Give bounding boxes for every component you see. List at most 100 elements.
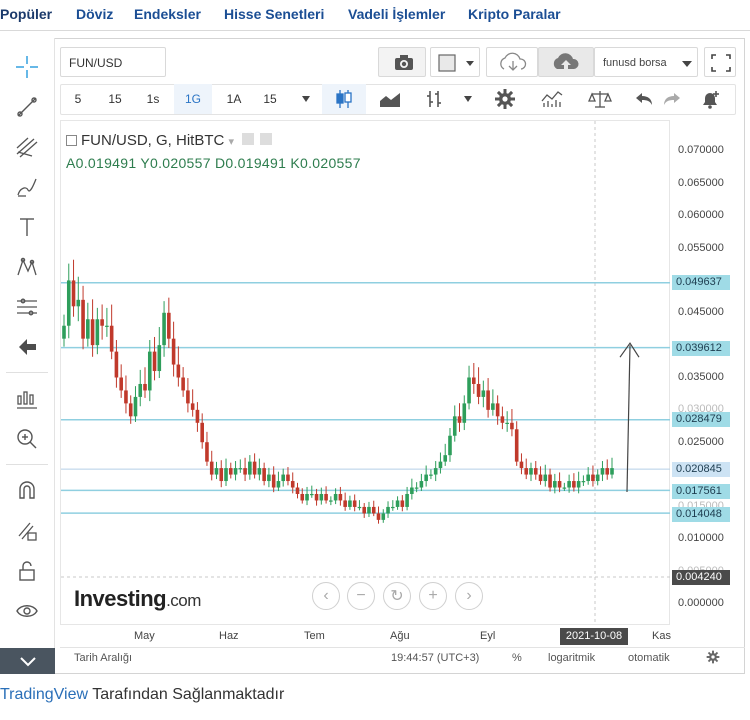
cloud-upload-button[interactable] xyxy=(538,47,594,77)
interval-15m[interactable]: 15 xyxy=(100,84,130,114)
time-tick: Ağu xyxy=(390,630,410,642)
area-style-button[interactable] xyxy=(370,84,410,114)
layout-select[interactable]: funusd borsa xyxy=(594,47,698,77)
price-tick: 0.060000 xyxy=(678,209,724,221)
trendline-icon[interactable] xyxy=(10,92,44,122)
scroll-left-button[interactable]: ‹ xyxy=(312,582,340,610)
level-tag: 0.017561 xyxy=(672,484,730,499)
alert-button[interactable] xyxy=(690,84,730,114)
top-nav: Popüler Döviz Endeksler Hisse Senetleri … xyxy=(0,0,750,30)
collapse-legend-icon[interactable] xyxy=(66,135,77,146)
level-tag: 0.039612 xyxy=(672,341,730,356)
cloud-download-button[interactable] xyxy=(486,47,538,77)
interval-1d[interactable]: 1G xyxy=(174,84,212,114)
time-tick: May xyxy=(134,630,155,642)
date-range-button[interactable]: Tarih Aralığı xyxy=(74,652,132,664)
level-tag: 0.028479 xyxy=(672,412,730,427)
layout-name: funusd borsa xyxy=(603,57,667,69)
indicators-button[interactable] xyxy=(530,84,574,114)
chevron-down-icon xyxy=(682,61,692,67)
time-tick: Eyl xyxy=(480,630,496,642)
log-toggle[interactable]: logaritmik xyxy=(548,652,595,664)
time-tick: Tem xyxy=(304,630,325,642)
cloud-upload-icon xyxy=(553,53,579,69)
axis-settings-gear-icon[interactable] xyxy=(706,650,720,667)
interval-1h[interactable]: 1s xyxy=(138,84,168,114)
eye-icon[interactable] xyxy=(10,596,44,626)
area-chart-icon xyxy=(380,93,400,107)
screenshot-button[interactable] xyxy=(378,47,426,77)
chart-style-dropdown[interactable] xyxy=(458,84,478,114)
bars-style-button[interactable] xyxy=(414,84,454,114)
chevron-down-icon xyxy=(301,96,310,102)
cursor-date-badge: 2021-10-08 xyxy=(560,628,628,645)
edit-lock-icon[interactable] xyxy=(10,516,44,546)
bottom-bar: Tarih Aralığı 19:44:57 (UTC+3) % logarit… xyxy=(60,647,745,669)
compare-button[interactable] xyxy=(578,84,622,114)
legend-settings-icon[interactable] xyxy=(242,133,255,145)
toolbar-separator xyxy=(6,372,48,373)
nav-item-populer[interactable]: Popüler xyxy=(0,6,52,22)
price-tick: 0.055000 xyxy=(678,242,724,254)
collapse-toolbar-button[interactable] xyxy=(0,648,55,674)
interval-5m[interactable]: 5 xyxy=(64,84,92,114)
magnet-icon[interactable] xyxy=(10,476,44,506)
indicators-icon xyxy=(541,91,563,107)
price-tick: 0.025000 xyxy=(678,436,724,448)
back-arrow-icon[interactable] xyxy=(10,332,44,362)
nav-item-endeksler[interactable]: Endeksler xyxy=(134,6,201,22)
symbol-text: FUN/USD xyxy=(69,56,123,70)
fullscreen-toggle[interactable] xyxy=(430,47,480,77)
price-tick: 0.010000 xyxy=(678,532,724,544)
nav-item-kripto-paralar[interactable]: Kripto Paralar xyxy=(468,6,561,22)
zoom-in-icon[interactable] xyxy=(10,424,44,454)
camera-icon xyxy=(395,55,413,70)
nav-item-doviz[interactable]: Döviz xyxy=(76,6,113,22)
scroll-right-button[interactable]: › xyxy=(455,582,483,610)
interval-more-label: 15 xyxy=(263,92,277,106)
redo-icon xyxy=(664,93,680,105)
nav-item-hisse-senetleri[interactable]: Hisse Senetleri xyxy=(224,6,324,22)
price-tick: 0.000000 xyxy=(678,597,724,609)
gear-icon xyxy=(495,89,515,109)
expand-icon xyxy=(711,54,731,72)
nav-item-vadeli-islemler[interactable]: Vadeli İşlemler xyxy=(348,6,445,22)
redo-button[interactable] xyxy=(658,84,686,114)
zoom-out-button[interactable]: − xyxy=(347,582,375,610)
percent-toggle[interactable]: % xyxy=(512,652,522,664)
chevron-down-icon xyxy=(464,96,472,102)
level-tag: 0.049637 xyxy=(672,275,730,290)
crosshair-icon[interactable] xyxy=(10,52,44,82)
chart-plot-area[interactable] xyxy=(60,120,670,625)
zoom-in-button[interactable]: + xyxy=(419,582,447,610)
pitchfork-icon[interactable] xyxy=(10,132,44,162)
price-tick: 0.065000 xyxy=(678,177,724,189)
measure-icon[interactable] xyxy=(10,292,44,322)
reset-button[interactable]: ↻ xyxy=(383,582,411,610)
tradingview-link[interactable]: TradingView xyxy=(0,686,88,703)
text-icon[interactable] xyxy=(10,212,44,242)
interval-1w[interactable]: 1A xyxy=(218,84,250,114)
nav-divider xyxy=(0,30,750,31)
candles-style-button[interactable] xyxy=(322,84,366,114)
time-tick: Haz xyxy=(219,630,239,642)
settings-button[interactable] xyxy=(484,84,526,114)
brush-icon[interactable] xyxy=(10,172,44,202)
unlock-icon[interactable] xyxy=(10,556,44,586)
expand-button[interactable] xyxy=(704,47,736,77)
legend-dropdown-icon[interactable]: ▾ xyxy=(229,136,235,148)
clock-display[interactable]: 19:44:57 (UTC+3) xyxy=(391,652,479,664)
cursor-price-tag: 0.004240 xyxy=(672,570,730,585)
square-dropdown-icon xyxy=(438,54,474,72)
undo-icon xyxy=(636,93,652,105)
indicator-icon[interactable] xyxy=(10,384,44,414)
interval-more[interactable]: 15 xyxy=(256,84,318,114)
auto-toggle[interactable]: otomatik xyxy=(628,652,670,664)
current-price-tag: 0.020845 xyxy=(672,462,730,477)
attribution: TradingView Tarafından Sağlanmaktadır xyxy=(0,686,284,704)
pattern-icon[interactable] xyxy=(10,252,44,282)
undo-button[interactable] xyxy=(630,84,658,114)
legend-title: FUN/USD, G, HitBTC xyxy=(81,132,225,149)
symbol-search-input[interactable]: FUN/USD xyxy=(60,47,166,77)
legend-hide-icon[interactable] xyxy=(260,133,273,145)
